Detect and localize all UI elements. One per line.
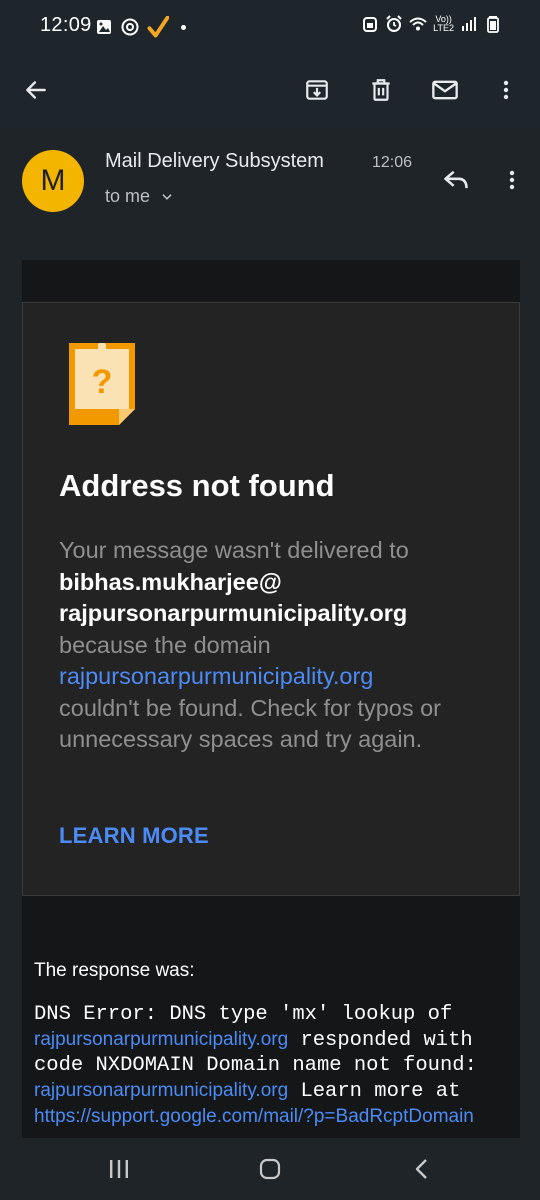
support-link[interactable]: https://support.google.com/mail/?p=BadRc…: [34, 1106, 474, 1127]
archive-icon: [306, 80, 328, 100]
message-time: 12:06: [372, 154, 413, 171]
wifi-icon: [409, 17, 427, 31]
message-body: ? Address not found Your message wasn't …: [22, 260, 520, 1140]
recipient-line-2: rajpursonarpurmunicipality.org: [59, 600, 408, 626]
svg-text:?: ?: [92, 363, 113, 401]
domain-link[interactable]: rajpursonarpurmunicipality.org: [59, 661, 499, 693]
archive-button[interactable]: [297, 70, 337, 110]
back-chevron-icon: [415, 1159, 427, 1179]
delete-button[interactable]: [361, 70, 401, 110]
status-bar: 12:09 Vo)) LTE2: [0, 0, 540, 52]
more-options-button[interactable]: [486, 70, 526, 110]
bounce-card: ? Address not found Your message wasn't …: [22, 302, 520, 896]
back-button[interactable]: [16, 70, 56, 110]
dot-icon: [181, 24, 186, 30]
message-header: M Mail Delivery Subsystem 12:06 to me: [0, 128, 540, 260]
reply-button[interactable]: [436, 160, 476, 200]
message-more-button[interactable]: [492, 160, 532, 200]
network-label-bottom: LTE2: [433, 23, 454, 33]
more-vert-icon: [503, 80, 509, 100]
navigation-bar: [0, 1138, 540, 1200]
delete-icon: [372, 79, 390, 101]
response-label: The response was:: [34, 960, 195, 981]
text-intro: Your message wasn't delivered to: [59, 537, 409, 563]
home-icon: [259, 1158, 281, 1180]
network-label: Vo)) LTE2: [433, 15, 454, 33]
recipient-label: to me: [105, 186, 151, 206]
alarm-icon: [386, 15, 402, 32]
recent-apps-button[interactable]: [99, 1152, 139, 1186]
text-rest: couldn't be found. Check for typos or un…: [59, 694, 442, 753]
battery-icon: [487, 16, 499, 33]
toolbar: [0, 52, 540, 128]
recipient-details-toggle[interactable]: to me: [105, 186, 174, 207]
recents-icon: [110, 1160, 128, 1178]
response-part-1: DNS Error: DNS type 'mx' lookup of: [34, 1003, 453, 1026]
question-document-icon: ?: [69, 343, 135, 425]
back-arrow-icon: [26, 81, 46, 99]
reply-icon: [444, 170, 468, 189]
avatar[interactable]: M: [22, 150, 84, 212]
alarm-lock-icon: [363, 17, 378, 32]
card-message: Your message wasn't delivered to bibhas.…: [59, 535, 499, 756]
status-time: 12:09: [40, 14, 92, 36]
mark-unread-icon: [432, 80, 458, 100]
chevron-down-icon: [162, 193, 172, 200]
back-nav-button[interactable]: [402, 1152, 442, 1186]
recipient-line-1: bibhas.mukharjee@: [59, 568, 282, 595]
more-vert-icon: [509, 170, 515, 190]
learn-more-link[interactable]: LEARN MORE: [59, 823, 209, 849]
image-icon: [97, 20, 111, 34]
card-title: Address not found: [59, 468, 335, 503]
status-left-icons: [95, 16, 186, 38]
text-because: because the domain: [59, 631, 271, 658]
home-button[interactable]: [250, 1152, 290, 1186]
response-domain-link-1[interactable]: rajpursonarpurmunicipality.org: [34, 1029, 288, 1050]
mark-unread-button[interactable]: [425, 70, 465, 110]
signal-icon: [462, 17, 476, 31]
response-part-3: Learn more at: [288, 1080, 461, 1103]
check-icon: [147, 16, 169, 38]
response-domain-link-2[interactable]: rajpursonarpurmunicipality.org: [34, 1080, 288, 1101]
chrome-icon: [121, 18, 139, 36]
response-text: DNS Error: DNS type 'mx' lookup of rajpu…: [34, 1002, 514, 1130]
status-right-icons: Vo)) LTE2: [361, 15, 502, 33]
sender-name: Mail Delivery Subsystem: [105, 150, 324, 172]
